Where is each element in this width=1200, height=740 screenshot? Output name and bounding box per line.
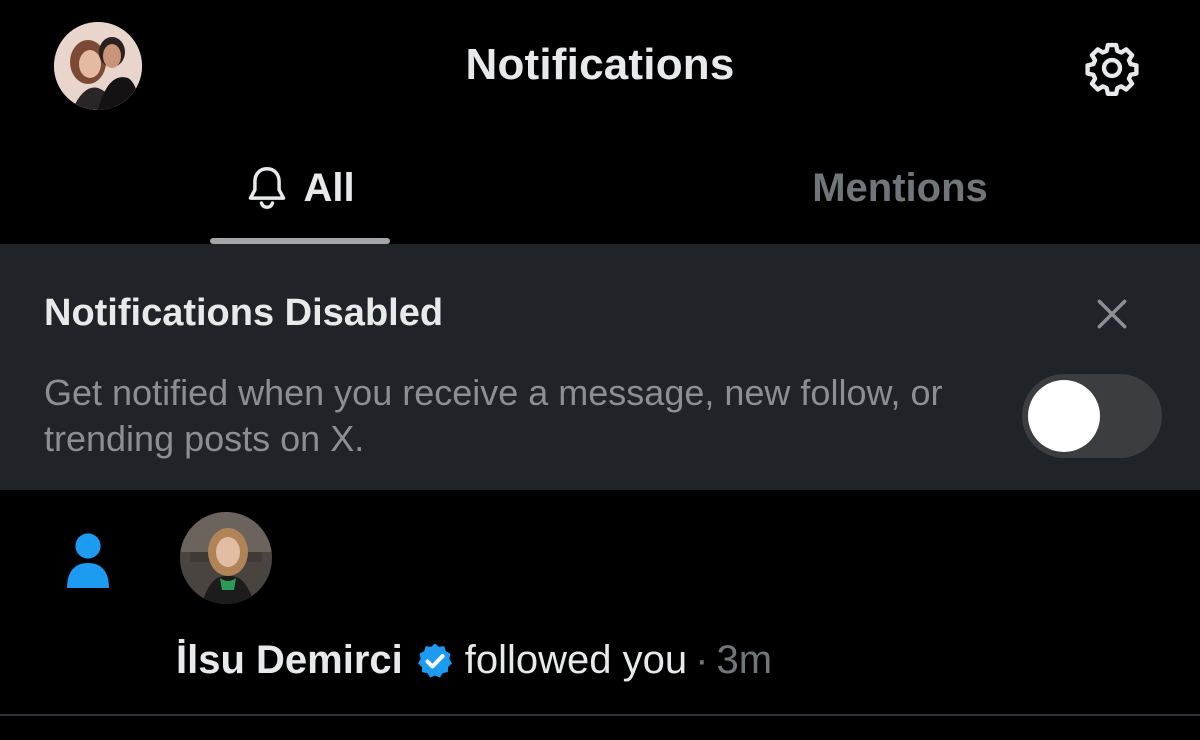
banner-close-button[interactable] (1086, 288, 1138, 340)
notification-time: 3m (716, 638, 773, 682)
follower-avatar[interactable] (180, 512, 272, 604)
notifications-toggle[interactable] (1022, 374, 1162, 458)
page-title: Notifications (465, 40, 735, 89)
divider (0, 714, 1200, 716)
gear-icon (1085, 42, 1139, 97)
separator-dot: · (695, 638, 709, 682)
follower-photo (180, 512, 272, 604)
header: Notifications (0, 0, 1200, 132)
toggle-knob (1028, 380, 1100, 452)
notification-action: followed you (464, 638, 688, 682)
notification-tabs: All Mentions (0, 132, 1200, 244)
notification-text: İlsu Demirci followed you · 3m (176, 638, 772, 683)
verified-badge-icon (417, 643, 452, 678)
banner-description: Get notified when you receive a message,… (44, 372, 943, 459)
banner-title: Notifications Disabled (44, 292, 444, 334)
follower-name[interactable]: İlsu Demirci (176, 638, 403, 683)
tab-all[interactable]: All (0, 132, 600, 244)
tab-all-label: All (303, 165, 355, 210)
person-icon (67, 533, 109, 588)
tab-mentions-label: Mentions (812, 165, 988, 210)
notifications-screen: Notifications All Mentions Notifications… (0, 0, 1200, 740)
tab-mentions[interactable]: Mentions (600, 132, 1200, 244)
notification-item[interactable]: İlsu Demirci followed you · 3m (0, 490, 1200, 716)
notifications-disabled-banner: Notifications Disabled Get notified when… (0, 244, 1200, 490)
settings-button[interactable] (1082, 38, 1142, 98)
close-icon (1097, 299, 1127, 329)
bell-icon (249, 167, 286, 209)
